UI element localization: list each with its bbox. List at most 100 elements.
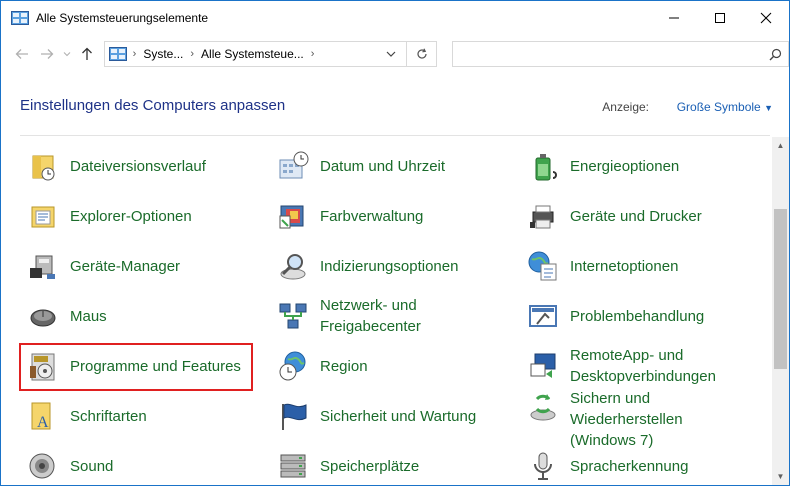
file-history-icon: [32, 155, 55, 181]
control-panel-icon: [11, 11, 29, 25]
control-panel-icon: [108, 47, 127, 61]
breadcrumb-item[interactable]: Alle Systemsteue...: [201, 47, 304, 61]
control-panel-item-label: Explorer-Optionen: [70, 207, 192, 225]
breadcrumb-separator[interactable]: ›: [190, 48, 194, 60]
control-panel-item[interactable]: Sicherheit und Wartung: [273, 391, 523, 441]
control-panel-item[interactable]: Netzwerk- und Freigabecenter: [273, 291, 523, 341]
back-button[interactable]: [9, 40, 35, 68]
control-panel-item-label: Spracherkennung: [570, 457, 689, 475]
control-panel-window: Alle Systemsteuerungselemente › Syste...…: [0, 0, 790, 486]
forward-button[interactable]: [35, 40, 61, 68]
sound-icon: [29, 453, 55, 479]
control-panel-item[interactable]: Maus: [23, 291, 273, 341]
search-input[interactable]: [451, 41, 789, 67]
address-field[interactable]: › Syste... › Alle Systemsteue... ›: [103, 41, 408, 67]
backup-restore-icon: [530, 394, 556, 421]
close-button[interactable]: [743, 1, 789, 35]
control-panel-item[interactable]: A Schriftarten: [23, 391, 273, 441]
remoteapp-icon: [530, 353, 556, 378]
view-selector[interactable]: Große Symbole ▼: [677, 100, 773, 114]
control-panel-items: Dateiversionsverlauf Datum und Uhrzeit Ene…: [19, 141, 771, 485]
address-bar-row: › Syste... › Alle Systemsteue... ›: [1, 35, 789, 73]
control-panel-item-label: Speicherplätze: [320, 457, 420, 475]
fonts-icon: A: [31, 402, 51, 431]
control-panel-item-label: Sound: [70, 457, 114, 475]
indexing-options-icon: [280, 254, 306, 280]
control-panel-item-label: Sicherheit und Wartung: [320, 407, 477, 425]
control-panel-item[interactable]: Speicherplätze: [273, 441, 523, 485]
maximize-button[interactable]: [697, 1, 743, 35]
date-time-icon: [279, 151, 309, 179]
device-manager-icon: [30, 255, 55, 279]
selection-highlight-programs: [19, 343, 253, 391]
control-panel-item[interactable]: Indizierungsoptionen: [273, 241, 523, 291]
svg-text:A: A: [37, 414, 49, 431]
minimize-icon: [669, 17, 679, 19]
view-selector-value: Große Symbole: [676, 100, 761, 114]
storage-spaces-icon: [280, 454, 306, 478]
network-sharing-icon: [279, 303, 307, 329]
mouse-icon: [30, 309, 56, 327]
speech-recognition-icon: [534, 452, 552, 480]
control-panel-item-label: Geräte-Manager: [70, 257, 181, 275]
color-management-icon: [279, 205, 304, 229]
control-panel-item[interactable]: Energieoptionen: [523, 141, 771, 191]
control-panel-item[interactable]: Sichern und Wiederherstellen (Windows 7): [523, 390, 771, 449]
control-panel-item-label: Internetoptionen: [570, 257, 679, 275]
control-panel-item-label: Indizierungsoptionen: [320, 257, 459, 275]
breadcrumb-item[interactable]: Syste...: [143, 47, 183, 61]
control-panel-item-label: Geräte und Drucker: [570, 207, 702, 225]
breadcrumb-separator[interactable]: ›: [133, 48, 137, 60]
control-panel-item[interactable]: Region: [273, 341, 523, 391]
region-icon: [279, 351, 306, 381]
chevron-down-icon[interactable]: [386, 51, 396, 57]
scroll-up-arrow[interactable]: ▲: [772, 137, 789, 154]
up-button[interactable]: [74, 40, 100, 68]
title-bar: Alle Systemsteuerungselemente: [1, 1, 789, 35]
search-icon: [769, 48, 782, 60]
refresh-icon: [416, 48, 427, 59]
control-panel-item[interactable]: Farbverwaltung: [273, 191, 523, 241]
troubleshooting-icon: [529, 305, 557, 327]
control-panel-item[interactable]: Geräte-Manager: [23, 241, 273, 291]
control-panel-item[interactable]: Dateiversionsverlauf: [23, 141, 273, 191]
control-panel-item[interactable]: Datum und Uhrzeit: [273, 141, 523, 191]
control-panel-item-label: Maus: [70, 307, 107, 325]
control-panel-item[interactable]: Problembehandlung: [523, 291, 771, 341]
chevron-down-icon: [63, 52, 71, 57]
control-panel-item-label: Energieoptionen: [570, 157, 680, 175]
power-options-icon: [535, 154, 557, 181]
maximize-icon: [715, 13, 725, 23]
devices-printers-icon: [530, 205, 554, 229]
view-label: Anzeige:: [602, 100, 649, 114]
control-panel-item[interactable]: Internetoptionen: [523, 241, 771, 291]
refresh-button[interactable]: [407, 41, 437, 67]
internet-options-icon: [528, 251, 557, 281]
close-icon: [760, 12, 772, 24]
up-arrow-icon: [81, 47, 92, 60]
divider: [20, 135, 770, 136]
control-panel-item-label: Dateiversionsverlauf: [70, 157, 206, 175]
control-panel-item[interactable]: Geräte und Drucker: [523, 191, 771, 241]
explorer-options-icon: [31, 206, 55, 228]
control-panel-item[interactable]: Sound: [23, 441, 273, 485]
control-panel-item[interactable]: Spracherkennung: [523, 441, 771, 485]
recent-locations-button[interactable]: [60, 40, 74, 68]
dropdown-arrow-icon: ▼: [764, 103, 773, 113]
control-panel-item-label: Farbverwaltung: [320, 207, 424, 225]
scrollbar-thumb[interactable]: [774, 209, 787, 369]
scroll-down-arrow[interactable]: ▼: [772, 468, 789, 485]
minimize-button[interactable]: [651, 1, 697, 35]
window-title: Alle Systemsteuerungselemente: [36, 11, 209, 25]
control-panel-item-label: Region: [320, 357, 368, 375]
forward-arrow-icon: [41, 49, 54, 59]
control-panel-item[interactable]: Explorer-Optionen: [23, 191, 273, 241]
page-header: Einstellungen des Computers anpassen Anz…: [20, 97, 775, 117]
control-panel-item-label: Datum und Uhrzeit: [320, 157, 446, 175]
breadcrumb-separator[interactable]: ›: [311, 48, 315, 60]
control-panel-item-label: Schriftarten: [70, 407, 147, 425]
control-panel-item-label: RemoteApp- und Desktopverbindungen: [570, 347, 716, 385]
back-arrow-icon: [15, 49, 28, 59]
control-panel-item[interactable]: RemoteApp- und Desktopverbindungen: [523, 341, 771, 391]
vertical-scrollbar[interactable]: ▲ ▼: [772, 137, 789, 485]
